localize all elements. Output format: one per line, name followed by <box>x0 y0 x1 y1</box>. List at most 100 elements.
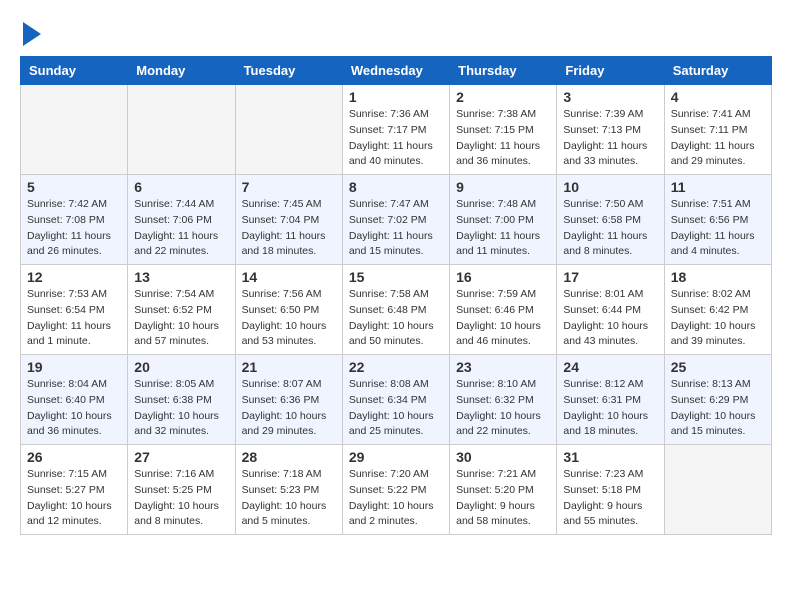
day-number: 20 <box>134 359 228 375</box>
column-header-friday: Friday <box>557 57 664 85</box>
day-number: 3 <box>563 89 657 105</box>
day-info: Sunrise: 8:13 AMSunset: 6:29 PMDaylight:… <box>671 377 765 440</box>
calendar-cell: 11 Sunrise: 7:51 AMSunset: 6:56 PMDayligh… <box>664 175 771 265</box>
calendar-cell: 24 Sunrise: 8:12 AMSunset: 6:31 PMDayligh… <box>557 355 664 445</box>
calendar-cell: 16 Sunrise: 7:59 AMSunset: 6:46 PMDayligh… <box>450 265 557 355</box>
day-number: 31 <box>563 449 657 465</box>
page-header <box>20 20 772 46</box>
calendar-cell: 25 Sunrise: 8:13 AMSunset: 6:29 PMDayligh… <box>664 355 771 445</box>
calendar-cell: 28 Sunrise: 7:18 AMSunset: 5:23 PMDayligh… <box>235 445 342 535</box>
calendar-cell: 20 Sunrise: 8:05 AMSunset: 6:38 PMDayligh… <box>128 355 235 445</box>
day-number: 5 <box>27 179 121 195</box>
day-number: 23 <box>456 359 550 375</box>
day-info: Sunrise: 7:50 AMSunset: 6:58 PMDaylight:… <box>563 197 657 260</box>
day-info: Sunrise: 7:47 AMSunset: 7:02 PMDaylight:… <box>349 197 443 260</box>
calendar-cell: 19Sunrise: 8:04 AMSunset: 6:40 PMDayligh… <box>21 355 128 445</box>
day-number: 7 <box>242 179 336 195</box>
day-info: Sunrise: 8:12 AMSunset: 6:31 PMDaylight:… <box>563 377 657 440</box>
day-info: Sunrise: 7:16 AMSunset: 5:25 PMDaylight:… <box>134 467 228 530</box>
calendar-week-2: 5 Sunrise: 7:42 AMSunset: 7:08 PMDaylight… <box>21 175 772 265</box>
day-number: 16 <box>456 269 550 285</box>
day-info: Sunrise: 7:42 AMSunset: 7:08 PMDaylight:… <box>27 197 121 260</box>
day-number: 11 <box>671 179 765 195</box>
column-header-monday: Monday <box>128 57 235 85</box>
calendar-table: SundayMondayTuesdayWednesdayThursdayFrid… <box>20 56 772 535</box>
day-info: Sunrise: 8:07 AMSunset: 6:36 PMDaylight:… <box>242 377 336 440</box>
column-header-wednesday: Wednesday <box>342 57 449 85</box>
day-number: 27 <box>134 449 228 465</box>
day-info: Sunrise: 7:41 AMSunset: 7:11 PMDaylight:… <box>671 107 765 170</box>
column-header-saturday: Saturday <box>664 57 771 85</box>
day-number: 22 <box>349 359 443 375</box>
day-number: 17 <box>563 269 657 285</box>
day-number: 29 <box>349 449 443 465</box>
day-info: Sunrise: 8:05 AMSunset: 6:38 PMDaylight:… <box>134 377 228 440</box>
column-header-tuesday: Tuesday <box>235 57 342 85</box>
day-info: Sunrise: 7:51 AMSunset: 6:56 PMDaylight:… <box>671 197 765 260</box>
day-info: Sunrise: 7:36 AMSunset: 7:17 PMDaylight:… <box>349 107 443 170</box>
calendar-cell: 8 Sunrise: 7:47 AMSunset: 7:02 PMDaylight… <box>342 175 449 265</box>
day-number: 6 <box>134 179 228 195</box>
day-number: 12 <box>27 269 121 285</box>
day-info: Sunrise: 7:39 AMSunset: 7:13 PMDaylight:… <box>563 107 657 170</box>
calendar-cell: 6 Sunrise: 7:44 AMSunset: 7:06 PMDaylight… <box>128 175 235 265</box>
calendar-cell: 30Sunrise: 7:21 AMSunset: 5:20 PMDayligh… <box>450 445 557 535</box>
day-info: Sunrise: 7:54 AMSunset: 6:52 PMDaylight:… <box>134 287 228 350</box>
day-info: Sunrise: 7:38 AMSunset: 7:15 PMDaylight:… <box>456 107 550 170</box>
day-number: 15 <box>349 269 443 285</box>
day-info: Sunrise: 7:15 AMSunset: 5:27 PMDaylight:… <box>27 467 121 530</box>
calendar-cell: 4 Sunrise: 7:41 AMSunset: 7:11 PMDaylight… <box>664 85 771 175</box>
calendar-cell: 22Sunrise: 8:08 AMSunset: 6:34 PMDayligh… <box>342 355 449 445</box>
day-number: 25 <box>671 359 765 375</box>
calendar-cell: 1 Sunrise: 7:36 AMSunset: 7:17 PMDaylight… <box>342 85 449 175</box>
day-number: 8 <box>349 179 443 195</box>
day-number: 9 <box>456 179 550 195</box>
day-number: 24 <box>563 359 657 375</box>
day-info: Sunrise: 7:59 AMSunset: 6:46 PMDaylight:… <box>456 287 550 350</box>
day-number: 14 <box>242 269 336 285</box>
day-info: Sunrise: 7:45 AMSunset: 7:04 PMDaylight:… <box>242 197 336 260</box>
day-number: 21 <box>242 359 336 375</box>
calendar-cell: 18 Sunrise: 8:02 AMSunset: 6:42 PMDayligh… <box>664 265 771 355</box>
day-info: Sunrise: 7:20 AMSunset: 5:22 PMDaylight:… <box>349 467 443 530</box>
calendar-cell <box>664 445 771 535</box>
calendar-cell: 15 Sunrise: 7:58 AMSunset: 6:48 PMDayligh… <box>342 265 449 355</box>
calendar-cell: 26 Sunrise: 7:15 AMSunset: 5:27 PMDayligh… <box>21 445 128 535</box>
day-info: Sunrise: 7:58 AMSunset: 6:48 PMDaylight:… <box>349 287 443 350</box>
day-number: 30 <box>456 449 550 465</box>
calendar-cell <box>21 85 128 175</box>
day-number: 1 <box>349 89 443 105</box>
column-header-thursday: Thursday <box>450 57 557 85</box>
calendar-cell: 9 Sunrise: 7:48 AMSunset: 7:00 PMDaylight… <box>450 175 557 265</box>
day-number: 19 <box>27 359 121 375</box>
calendar-cell: 2Sunrise: 7:38 AMSunset: 7:15 PMDaylight… <box>450 85 557 175</box>
calendar-cell: 7 Sunrise: 7:45 AMSunset: 7:04 PMDaylight… <box>235 175 342 265</box>
calendar-cell: 3 Sunrise: 7:39 AMSunset: 7:13 PMDaylight… <box>557 85 664 175</box>
calendar-cell: 14 Sunrise: 7:56 AMSunset: 6:50 PMDayligh… <box>235 265 342 355</box>
calendar-week-5: 26 Sunrise: 7:15 AMSunset: 5:27 PMDayligh… <box>21 445 772 535</box>
day-info: Sunrise: 7:56 AMSunset: 6:50 PMDaylight:… <box>242 287 336 350</box>
calendar-week-3: 12 Sunrise: 7:53 AMSunset: 6:54 PMDayligh… <box>21 265 772 355</box>
day-info: Sunrise: 7:53 AMSunset: 6:54 PMDaylight:… <box>27 287 121 350</box>
day-info: Sunrise: 7:44 AMSunset: 7:06 PMDaylight:… <box>134 197 228 260</box>
day-number: 26 <box>27 449 121 465</box>
calendar-cell <box>128 85 235 175</box>
day-info: Sunrise: 8:10 AMSunset: 6:32 PMDaylight:… <box>456 377 550 440</box>
day-info: Sunrise: 7:18 AMSunset: 5:23 PMDaylight:… <box>242 467 336 530</box>
calendar-cell: 12 Sunrise: 7:53 AMSunset: 6:54 PMDayligh… <box>21 265 128 355</box>
day-number: 28 <box>242 449 336 465</box>
calendar-cell: 10 Sunrise: 7:50 AMSunset: 6:58 PMDayligh… <box>557 175 664 265</box>
calendar-cell: 31Sunrise: 7:23 AMSunset: 5:18 PMDayligh… <box>557 445 664 535</box>
calendar-cell: 17Sunrise: 8:01 AMSunset: 6:44 PMDayligh… <box>557 265 664 355</box>
day-number: 13 <box>134 269 228 285</box>
day-info: Sunrise: 7:48 AMSunset: 7:00 PMDaylight:… <box>456 197 550 260</box>
day-number: 10 <box>563 179 657 195</box>
logo <box>20 20 41 46</box>
calendar-cell: 13 Sunrise: 7:54 AMSunset: 6:52 PMDayligh… <box>128 265 235 355</box>
column-header-sunday: Sunday <box>21 57 128 85</box>
day-info: Sunrise: 8:02 AMSunset: 6:42 PMDaylight:… <box>671 287 765 350</box>
calendar-header-row: SundayMondayTuesdayWednesdayThursdayFrid… <box>21 57 772 85</box>
day-number: 4 <box>671 89 765 105</box>
day-number: 18 <box>671 269 765 285</box>
calendar-cell: 23 Sunrise: 8:10 AMSunset: 6:32 PMDayligh… <box>450 355 557 445</box>
